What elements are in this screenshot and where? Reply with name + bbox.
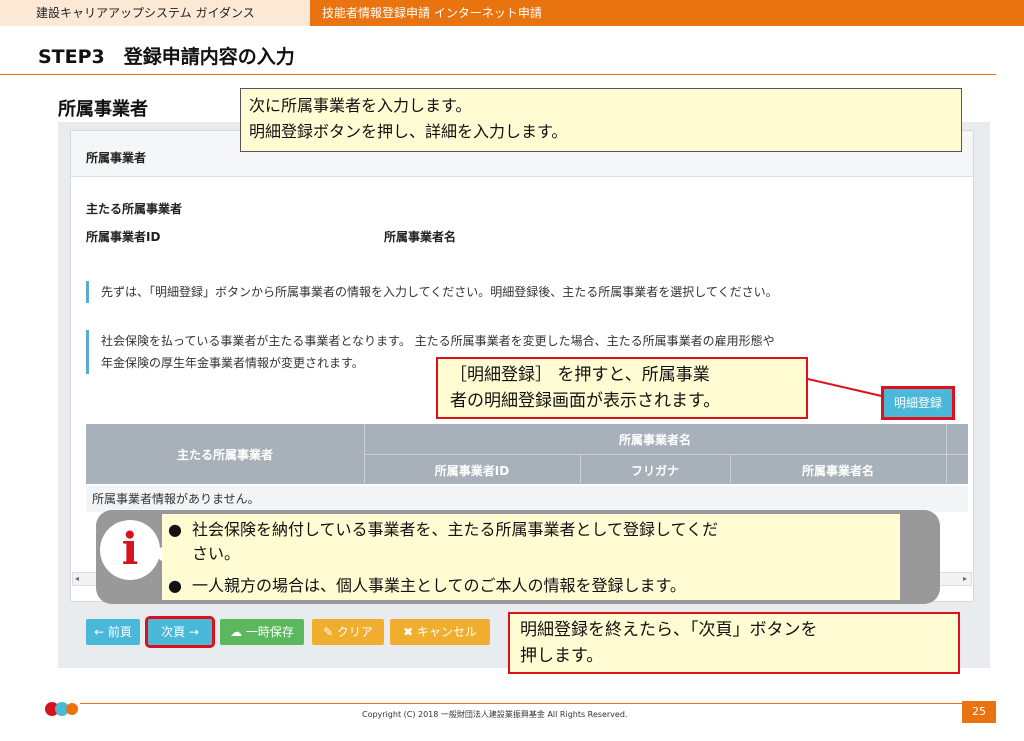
section-label: 技能者情報登録申請 インターネット申請 [322, 6, 542, 20]
notice-detail-registration: 先ずは、「明細登録」ボタンから所属事業者の情報を入力してください。明細登録後、主… [86, 281, 946, 303]
table-divider [364, 454, 968, 455]
notice-text-line1: 社会保険を払っている事業者が主たる事業者となります。 主たる所属事業者を変更した… [101, 334, 775, 348]
next-page-button[interactable]: 次頁 → [145, 616, 215, 648]
notice-text: 先ずは、「明細登録」ボタンから所属事業者の情報を入力してください。明細登録後、主… [101, 285, 778, 299]
affiliation-id-label: 所属事業者ID [86, 230, 161, 244]
info-icon: i [100, 520, 160, 580]
instruction-callout: 次に所属事業者を入力します。 明細登録ボタンを押し、詳細を入力します。 [240, 88, 962, 152]
affiliation-name-label: 所属事業者名 [384, 230, 457, 244]
next-button-callout: 明細登録を終えたら、「次頁」ボタンを 押します。 [508, 612, 960, 674]
section-title: 所属事業者 [58, 99, 148, 120]
detail-register-button[interactable]: 明細登録 [881, 386, 955, 420]
top-header-bar: 建設キャリアアップシステム ガイダンス 技能者情報登録申請 インターネット申請 [0, 0, 1024, 26]
organization-logo-icon [45, 702, 78, 716]
guide-title: 建設キャリアアップシステム ガイダンス [0, 0, 310, 26]
step-divider [0, 74, 996, 75]
info-bullet-1-line2: さい。 [192, 544, 241, 563]
footer-divider [80, 703, 996, 704]
detail-callout-line1: ［明細登録］ を押すと、所属事業 [450, 365, 710, 385]
column-header-name[interactable]: 所属事業者名 [730, 462, 946, 479]
column-group-header: 所属事業者名 [618, 433, 691, 447]
next-callout-line1: 明細登録を終えたら、「次頁」ボタンを [520, 620, 818, 640]
instruction-line2: 明細登録ボタンを押し、詳細を入力します。 [249, 122, 568, 141]
main-affiliation-label: 主たる所属事業者 [86, 202, 183, 216]
prev-page-button[interactable]: ← 前頁 [86, 619, 140, 645]
bullet-dot: ● [168, 520, 182, 539]
info-bullet-2: ● 一人親方の場合は、個人事業主としてのご本人の情報を登録します。 [168, 574, 898, 598]
step-title: STEP3 登録申請内容の入力 [38, 46, 295, 68]
bullet-dot: ● [168, 576, 182, 595]
info-bullet-1: ● 社会保険を納付している事業者を、主たる所属事業者として登録してくだ さい。 [168, 518, 898, 566]
column-header-id[interactable]: 所属事業者ID [364, 462, 580, 479]
table-empty-row: 所属事業者情報がありません。 [86, 486, 968, 512]
next-callout-line2: 押します。 [520, 646, 604, 666]
detail-button-callout: ［明細登録］ を押すと、所属事業 者の明細登録画面が表示されます。 [436, 357, 808, 419]
column-header-main[interactable]: 主たる所属事業者 [86, 446, 364, 463]
column-header-kana[interactable]: フリガナ [580, 462, 730, 479]
page-number: 25 [962, 701, 996, 723]
instruction-line1: 次に所属事業者を入力します。 [249, 96, 472, 115]
temp-save-button[interactable]: ☁ 一時保存 [220, 619, 304, 645]
cancel-button[interactable]: ✖ キャンセル [390, 619, 490, 645]
info-bullet-1-line1: 社会保険を納付している事業者を、主たる所属事業者として登録してくだ [192, 520, 719, 539]
info-bullet-2-text: 一人親方の場合は、個人事業主としてのご本人の情報を登録します。 [192, 576, 686, 595]
scroll-right-icon[interactable]: ▸ [963, 573, 967, 585]
clear-button[interactable]: ✎ クリア [312, 619, 384, 645]
copyright-text: Copyright (C) 2018 一般財団法人建設業振興基金 All Rig… [362, 710, 628, 719]
scroll-left-icon[interactable]: ◂ [75, 573, 79, 585]
info-content: ● 社会保険を納付している事業者を、主たる所属事業者として登録してくだ さい。 … [162, 514, 900, 600]
detail-callout-line2: 者の明細登録画面が表示されます。 [450, 391, 721, 411]
